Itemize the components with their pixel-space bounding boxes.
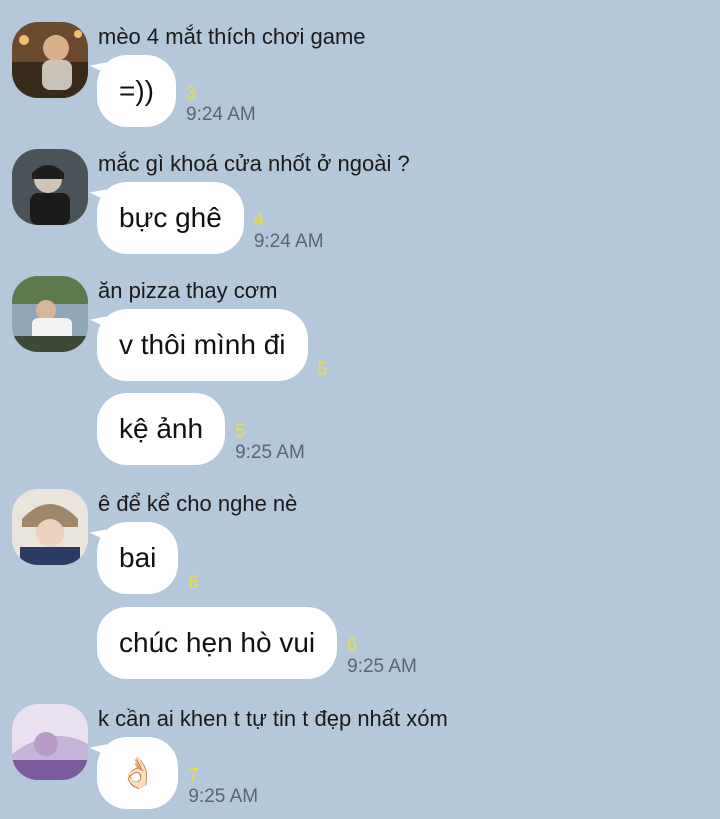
avatar[interactable] (12, 704, 88, 780)
sender-name: ê để kể cho nghe nè (98, 491, 298, 516)
message-time: 9:25 AM (347, 656, 417, 677)
read-count: 6 (188, 572, 199, 592)
read-count: 5 (317, 359, 328, 379)
read-count: 7 (188, 765, 199, 785)
message-row: bai 6 (97, 522, 198, 594)
message-time: 9:24 AM (186, 104, 256, 125)
message-bubble[interactable]: bực ghê (97, 182, 244, 254)
message-row: bực ghê 4 9:24 AM (97, 182, 324, 254)
read-count: 4 (253, 210, 264, 230)
read-count: 5 (235, 421, 246, 441)
message-row: kệ ảnh 5 9:25 AM (97, 393, 305, 465)
message-time: 9:25 AM (235, 442, 305, 463)
avatar[interactable] (12, 22, 88, 98)
message-bubble[interactable]: 👌🏻 (97, 737, 179, 809)
read-count: 3 (186, 83, 197, 103)
message-text: bực ghê (119, 202, 222, 233)
message-time: 9:25 AM (188, 786, 259, 807)
sender-name: mắc gì khoá cửa nhốt ở ngoài ? (98, 151, 410, 176)
read-count: 6 (347, 635, 358, 655)
message-bubble[interactable]: chúc hẹn hò vui (97, 607, 338, 679)
message-text: =)) (119, 75, 154, 106)
message-text: bai (119, 542, 157, 573)
message-bubble[interactable]: kệ ảnh (97, 393, 226, 465)
avatar[interactable] (12, 276, 88, 352)
message-row: v thôi mình đi 5 (97, 309, 328, 381)
message-row: 👌🏻 7 9:25 AM (97, 737, 258, 809)
message-bubble[interactable]: =)) (97, 55, 176, 127)
avatar[interactable] (12, 149, 88, 225)
message-text: v thôi mình đi (119, 329, 286, 360)
avatar[interactable] (12, 489, 88, 565)
ok-hand-emoji: 👌🏻 (119, 756, 157, 790)
message-text: chúc hẹn hò vui (119, 627, 316, 658)
sender-name: mèo 4 mắt thích chơi game (98, 24, 366, 49)
sender-name: ăn pizza thay cơm (98, 278, 278, 303)
message-bubble[interactable]: v thôi mình đi (97, 309, 308, 381)
message-bubble[interactable]: bai (97, 522, 179, 594)
message-time: 9:24 AM (253, 231, 324, 252)
message-row: chúc hẹn hò vui 6 9:25 AM (97, 607, 417, 679)
message-text: kệ ảnh (119, 413, 204, 444)
sender-name: k cần ai khen t tự tin t đẹp nhất xóm (98, 706, 448, 731)
message-row: =)) 3 9:24 AM (97, 55, 256, 127)
